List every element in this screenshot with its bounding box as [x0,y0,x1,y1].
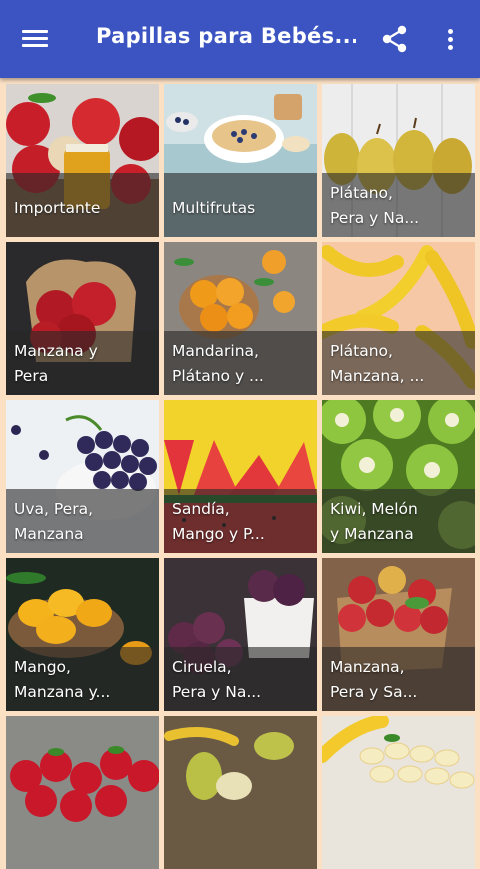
tile-platano-manzana[interactable]: Plátano, Manzana, ... [322,242,475,395]
app-title: Papillas para Bebés... [96,24,356,48]
tile-manzana-pera[interactable]: Manzana y Pera [6,242,159,395]
tile-ciruela-pera[interactable]: Ciruela, Pera y Na... [164,558,317,711]
app-bar: Papillas para Bebés... [0,0,480,78]
tile-label: Uva, Pera, Manzana [14,500,93,543]
tile-label: Mandarina, Plátano y ... [172,342,264,385]
share-icon[interactable] [380,24,410,54]
tile-label: Manzana y Pera [14,342,98,385]
tile-label: Plátano, Manzana, ... [330,342,425,385]
hamburger-menu-icon[interactable] [20,26,50,52]
tile-multifrutas[interactable]: Multifrutas [164,84,317,237]
tile-kiwi-melon-manzana[interactable]: Kiwi, Melón y Manzana [322,400,475,553]
tile-label: Ciruela, Pera y Na... [172,658,262,701]
tile-importante[interactable]: Importante [6,84,159,237]
tile-label: Multifrutas [172,199,256,217]
more-vertical-icon[interactable] [440,26,460,54]
pears-and-bananas-image [164,716,317,869]
tile-mango-manzana[interactable]: Mango, Manzana y... [6,558,159,711]
tile-uva-pera-manzana[interactable]: Uva, Pera, Manzana [6,400,159,553]
tile-label: Plátano, Pera y Na... [330,184,420,227]
tile-manzana-pera-sandia[interactable]: Manzana, Pera y Sa... [322,558,475,711]
tile-label: Mango, Manzana y... [14,658,111,701]
tile-strawberries[interactable] [6,716,159,869]
tile-label: Manzana, Pera y Sa... [330,658,418,701]
tile-label: Sandía, Mango y P... [172,500,265,543]
tile-pears-bananas[interactable] [164,716,317,869]
tile-label: Importante [14,199,101,217]
tile-banana-slices[interactable] [322,716,475,869]
tile-platano-pera-naranja[interactable]: Plátano, Pera y Na... [322,84,475,237]
strawberries-image [6,716,159,869]
tile-label: Kiwi, Melón y Manzana [330,500,418,543]
banana-slices-image [322,716,475,869]
tile-mandarina-platano[interactable]: Mandarina, Plátano y ... [164,242,317,395]
recipe-grid: Importante Multifrutas Plátano, Pera y N… [0,78,480,869]
tile-sandia-mango[interactable]: Sandía, Mango y P... [164,400,317,553]
